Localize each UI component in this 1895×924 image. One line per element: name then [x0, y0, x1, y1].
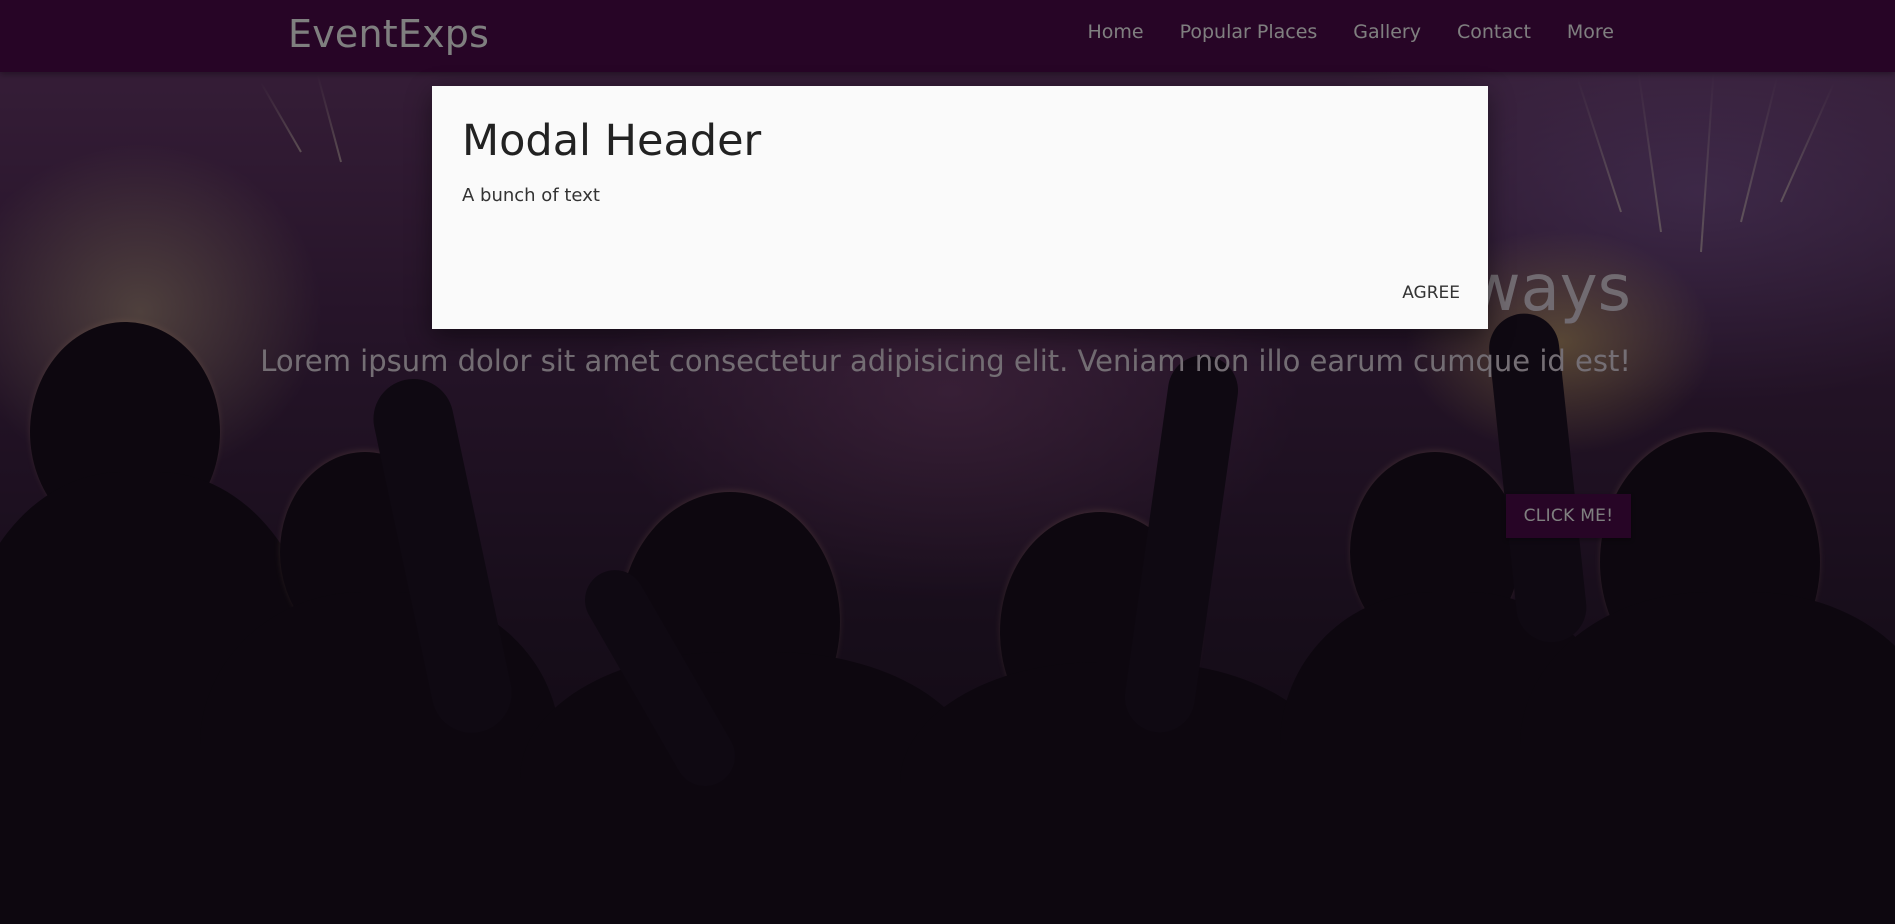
page: EventExps Home Popular Places Gallery Co…: [0, 0, 1895, 924]
modal-body-text: A bunch of text: [462, 185, 600, 206]
modal-header: Modal Header: [462, 116, 762, 166]
agree-button[interactable]: AGREE: [1394, 279, 1468, 307]
modal-dialog: Modal Header A bunch of text AGREE: [432, 86, 1488, 329]
